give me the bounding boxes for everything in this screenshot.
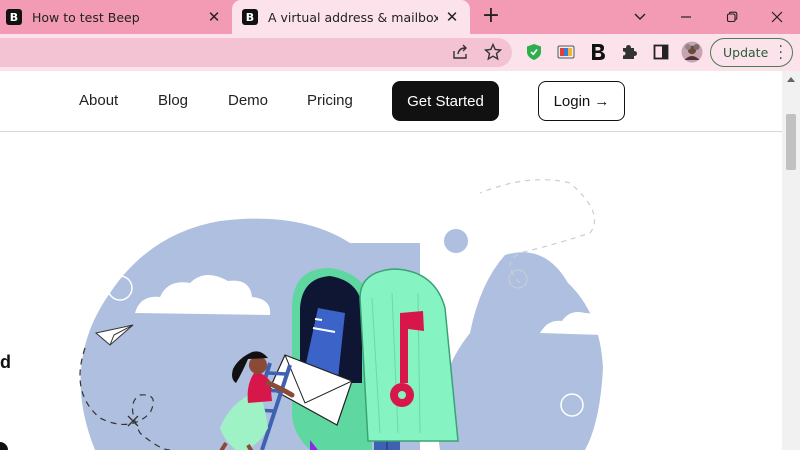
new-tab-button[interactable]: + [480,5,502,28]
nav-blog[interactable]: Blog [158,92,188,109]
update-label: Update [723,45,769,60]
blob-shape [438,252,603,450]
profile-avatar[interactable] [681,41,703,63]
restore-icon[interactable] [709,0,755,34]
share-icon[interactable] [451,42,471,62]
hero-heading-fragment: d [0,352,11,372]
beep-extension-icon[interactable] [588,42,608,62]
scroll-thumb[interactable] [786,114,796,170]
tab-strip: B How to test Beep ✕ B A virtual address… [0,0,800,34]
browser-toolbar: Update · · · [0,34,800,71]
beep-logo-icon: B [6,9,22,25]
shield-extension-icon[interactable] [524,42,544,62]
mailbox-body [359,268,459,442]
nav-about[interactable]: About [79,92,118,109]
vertical-scrollbar[interactable] [782,71,800,450]
get-started-button[interactable]: Get Started [392,81,499,121]
address-bar[interactable] [0,38,512,67]
close-window-icon[interactable] [754,0,800,34]
beep-logo-icon: B [242,9,258,25]
color-extension-icon[interactable] [556,42,576,62]
tab-title: How to test Beep [32,9,140,25]
nav-demo[interactable]: Demo [228,92,268,109]
tab-virtual-address[interactable]: B A virtual address & mailbox for b ✕ [232,0,470,34]
close-tab-icon[interactable]: ✕ [444,9,460,25]
tab-title: A virtual address & mailbox for b [268,9,438,25]
login-button[interactable]: Login → [538,81,625,121]
close-tab-icon[interactable]: ✕ [206,9,222,25]
web-page: About Blog Demo Pricing Get Started Logi… [0,71,782,450]
more-menu-icon[interactable]: · · · [779,40,783,66]
scroll-up-arrow-icon[interactable] [787,77,795,82]
chevron-down-icon[interactable] [617,0,663,34]
sidepanel-icon[interactable] [651,42,671,62]
site-nav: About Blog Demo Pricing Get Started Logi… [0,71,782,132]
blob-circle [444,229,468,253]
nav-pricing[interactable]: Pricing [307,92,353,109]
star-icon[interactable] [483,42,503,62]
tab-how-to-test-beep[interactable]: B How to test Beep ✕ [0,0,232,34]
minimize-icon[interactable] [663,0,709,34]
hero-illustration [79,179,603,450]
puzzle-extension-icon[interactable] [619,42,639,62]
update-button[interactable]: Update · · · [710,38,793,67]
